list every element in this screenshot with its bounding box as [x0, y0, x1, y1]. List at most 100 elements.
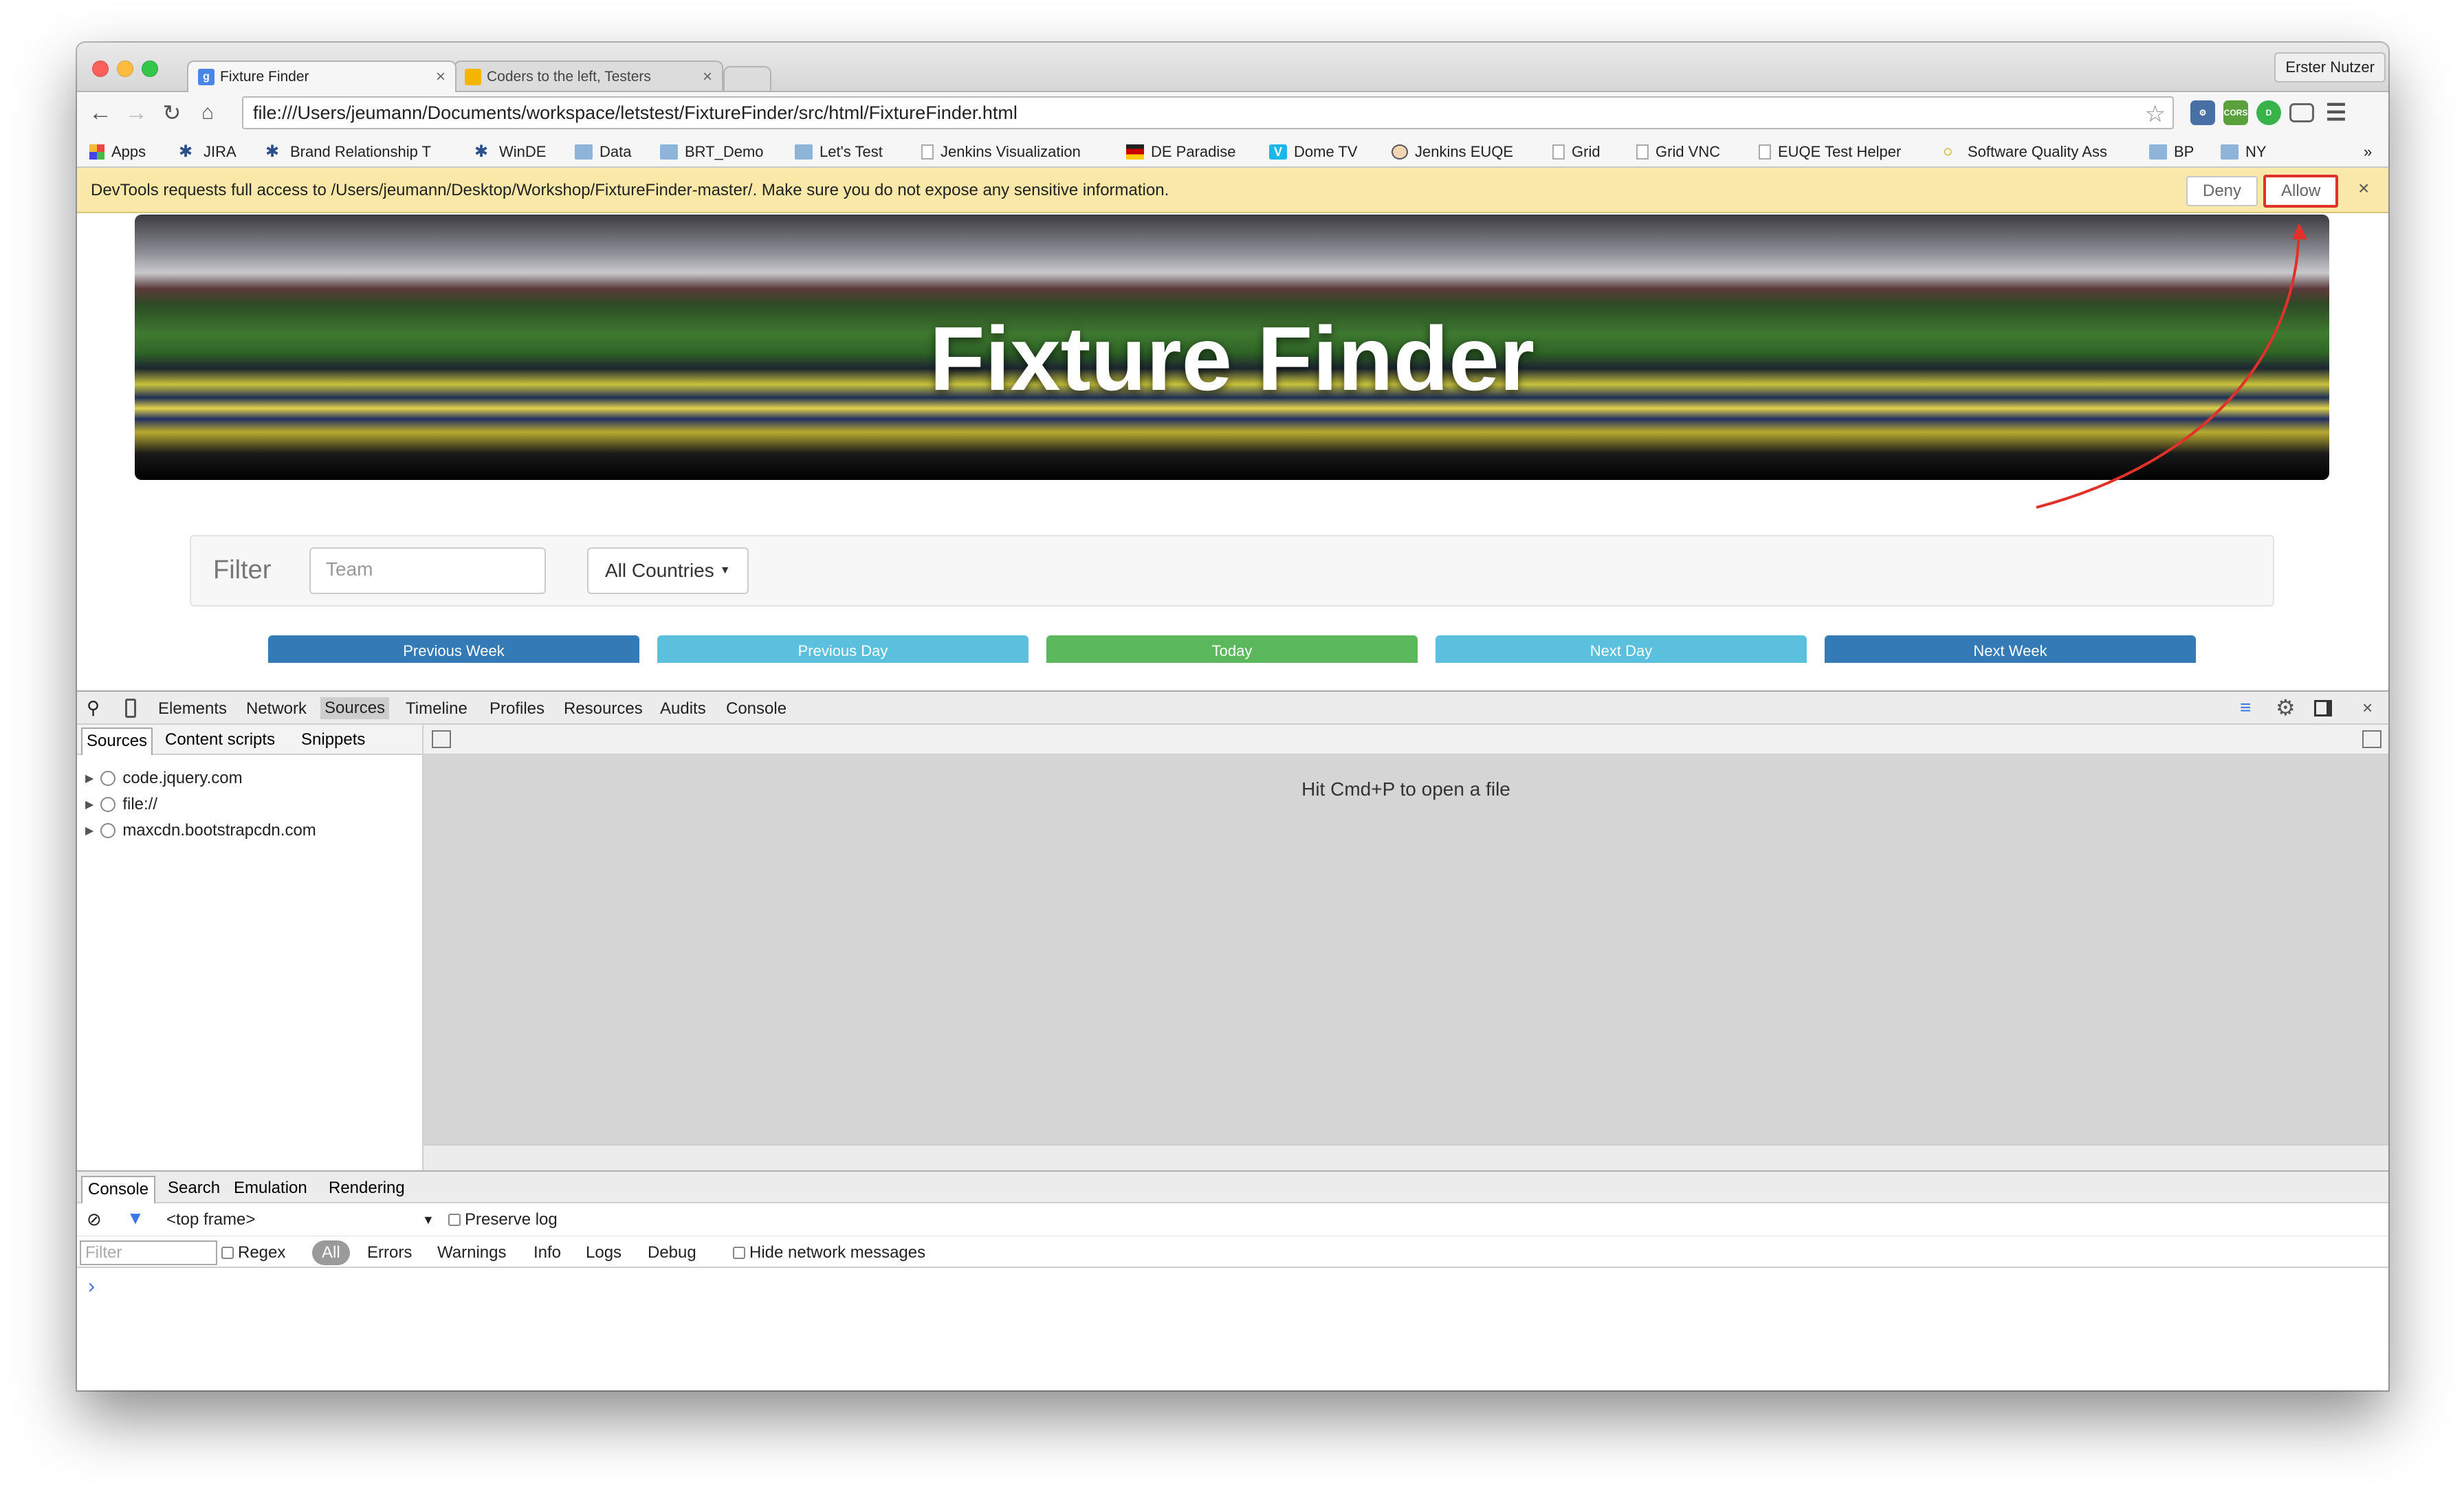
home-icon[interactable]: ⌂: [194, 99, 221, 127]
drawer-tab-search[interactable]: Search: [168, 1179, 220, 1198]
menu-icon[interactable]: ☰: [2324, 100, 2348, 126]
minimize-window-button[interactable]: [117, 61, 133, 77]
infobar-message: DevTools requests full access to /Users/…: [91, 181, 1169, 199]
tab-resources[interactable]: Resources: [564, 699, 643, 719]
odigo-icon[interactable]: D: [2256, 100, 2281, 125]
tab-snippets[interactable]: Snippets: [301, 730, 365, 750]
tab-content-scripts[interactable]: Content scripts: [165, 730, 275, 750]
tree-item-jquery[interactable]: ▶ code.jquery.com: [85, 769, 243, 788]
bookmark-brand-relationship[interactable]: ✱ Brand Relationship T: [265, 142, 461, 162]
bookmark-de-paradise[interactable]: DE Paradise: [1126, 142, 1236, 162]
bookmark-label: Brand Relationship T: [290, 143, 432, 160]
apps-grid-icon: [89, 144, 104, 160]
bookmark-star-icon[interactable]: ☆: [2145, 100, 2166, 128]
zoom-window-button[interactable]: [142, 61, 158, 77]
level-logs[interactable]: Logs: [586, 1243, 622, 1262]
previous-day-button[interactable]: Previous Day: [657, 635, 1028, 663]
close-window-button[interactable]: [92, 61, 109, 77]
tree-item-file[interactable]: ▶ file://: [85, 795, 157, 814]
regex-checkbox[interactable]: [221, 1247, 234, 1259]
tab-elements[interactable]: Elements: [158, 699, 227, 719]
address-bar[interactable]: file:///Users/jeumann/Documents/workspac…: [242, 96, 2174, 129]
drawer-tab-console[interactable]: Console: [81, 1176, 156, 1203]
vimeo-icon: V: [1269, 144, 1287, 160]
bookmark-grid[interactable]: Grid: [1552, 142, 1600, 162]
tab-close-icon[interactable]: ×: [703, 67, 712, 87]
tab-sources[interactable]: Sources: [320, 697, 390, 719]
deny-button[interactable]: Deny: [2186, 176, 2258, 206]
regex-toggle[interactable]: Regex: [221, 1243, 285, 1262]
infobar-close-icon[interactable]: ×: [2358, 177, 2369, 199]
preserve-log-checkbox[interactable]: [448, 1214, 461, 1226]
bookmark-jenkins-euqe[interactable]: Jenkins EUQE: [1392, 142, 1513, 162]
bookmark-lets-test[interactable]: Let's Test: [795, 142, 883, 162]
previous-week-button[interactable]: Previous Week: [268, 635, 639, 663]
frame-selector[interactable]: <top frame>: [166, 1210, 255, 1229]
bookmarks-overflow-button[interactable]: »: [2364, 142, 2372, 162]
bookmark-dome-tv[interactable]: V Dome TV: [1269, 142, 1358, 162]
next-week-button[interactable]: Next Week: [1825, 635, 2196, 663]
today-button[interactable]: Today: [1046, 635, 1418, 663]
toggle-debugger-icon[interactable]: [2362, 730, 2382, 748]
tab-timeline[interactable]: Timeline: [406, 699, 468, 719]
profile-button[interactable]: Erster Nutzer: [2274, 52, 2386, 83]
bookmark-ny[interactable]: NY: [2221, 142, 2267, 162]
level-errors[interactable]: Errors: [367, 1243, 412, 1262]
close-devtools-icon[interactable]: ×: [2362, 697, 2373, 719]
drawer-tab-emulation[interactable]: Emulation: [234, 1179, 307, 1198]
tab-profiles[interactable]: Profiles: [490, 699, 544, 719]
hide-network-toggle[interactable]: Hide network messages: [733, 1243, 925, 1262]
cast-icon[interactable]: [2289, 103, 2314, 122]
hero-banner: Fixture Finder: [135, 215, 2329, 480]
level-warnings[interactable]: Warnings: [437, 1243, 506, 1262]
countries-dropdown[interactable]: All Countries ▼: [587, 547, 749, 594]
bookmark-jenkins-visualization[interactable]: Jenkins Visualization: [921, 142, 1081, 162]
bookmark-euqe-test-helper[interactable]: EUQE Test Helper: [1759, 142, 1901, 162]
tab-console[interactable]: Console: [726, 699, 786, 719]
preserve-log-toggle[interactable]: Preserve log: [448, 1210, 558, 1229]
device-mode-icon[interactable]: [125, 699, 136, 718]
tab-fixture-finder[interactable]: g Fixture Finder ×: [187, 61, 456, 92]
settings-gear-icon[interactable]: ⚙: [2276, 694, 2296, 721]
frame-dropdown-icon[interactable]: ▼: [422, 1213, 434, 1227]
team-input[interactable]: Team: [309, 547, 546, 594]
pedal-icon[interactable]: ⚙: [2190, 100, 2215, 125]
level-debug[interactable]: Debug: [648, 1243, 696, 1262]
toggle-navigator-icon[interactable]: [432, 730, 451, 748]
tab-close-icon[interactable]: ×: [436, 67, 446, 87]
bookmark-software-quality[interactable]: ○ Software Quality Ass: [1943, 142, 2123, 162]
bookmark-brt-demo[interactable]: BRT_Demo: [660, 142, 764, 162]
page-icon: [1552, 144, 1565, 160]
bookmark-jira[interactable]: ✱ JIRA: [179, 142, 236, 162]
show-console-icon[interactable]: ≡: [2240, 697, 2251, 719]
dock-side-icon[interactable]: [2314, 700, 2332, 716]
tab-audits[interactable]: Audits: [660, 699, 706, 719]
drawer-tab-rendering[interactable]: Rendering: [329, 1179, 405, 1198]
bookmark-data[interactable]: Data: [575, 142, 631, 162]
tree-item-bootstrapcdn[interactable]: ▶ maxcdn.bootstrapcdn.com: [85, 821, 316, 840]
reload-icon[interactable]: ↻: [158, 99, 186, 127]
forward-icon[interactable]: →: [122, 99, 150, 127]
tab-coders-testers[interactable]: Coders to the left, Testers ×: [454, 61, 723, 92]
bookmark-apps[interactable]: Apps: [89, 142, 146, 162]
level-info[interactable]: Info: [534, 1243, 561, 1262]
console-prompt[interactable]: ›: [88, 1275, 95, 1298]
filter-funnel-icon[interactable]: ▼: [126, 1207, 144, 1229]
search-icon[interactable]: ⚲: [87, 697, 100, 719]
bookmark-bp[interactable]: BP: [2149, 142, 2194, 162]
bookmark-winde[interactable]: ✱ WinDE: [474, 142, 546, 162]
filter-label: Filter: [213, 556, 272, 584]
hide-network-checkbox[interactable]: [733, 1247, 745, 1259]
new-tab-button[interactable]: [723, 66, 771, 91]
level-all[interactable]: All: [312, 1240, 350, 1265]
cors-icon[interactable]: CORS: [2223, 100, 2248, 125]
expand-triangle-icon: ▶: [85, 799, 94, 811]
tab-navigator-sources[interactable]: Sources: [81, 727, 153, 755]
console-filter-input[interactable]: Filter: [80, 1240, 217, 1265]
next-day-button[interactable]: Next Day: [1436, 635, 1807, 663]
bookmark-grid-vnc[interactable]: Grid VNC: [1636, 142, 1720, 162]
clear-console-icon[interactable]: ⊘: [87, 1209, 102, 1230]
allow-button[interactable]: Allow: [2263, 175, 2339, 208]
back-icon[interactable]: ←: [87, 99, 114, 127]
tab-network[interactable]: Network: [246, 699, 307, 719]
